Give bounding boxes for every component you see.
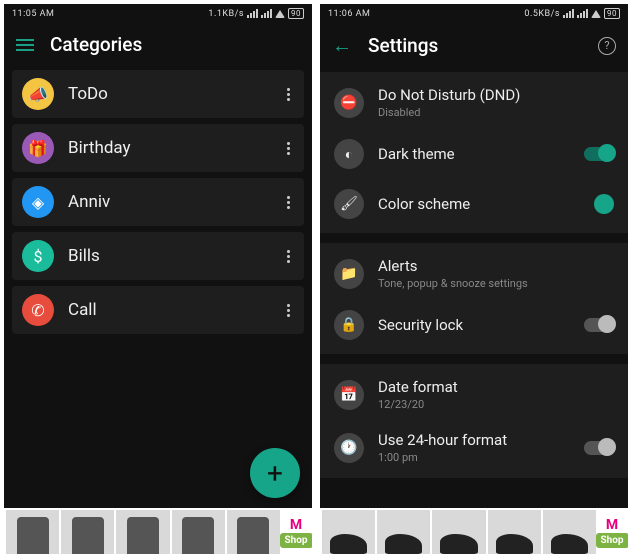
status-bar: 11:06 AM 0.5KB/s 90 bbox=[320, 4, 628, 23]
setting-subtitle: 12/23/20 bbox=[378, 398, 614, 411]
ad-thumb[interactable] bbox=[322, 510, 375, 554]
settings-list[interactable]: ⛔ Do Not Disturb (DND) Disabled ◐ Dark t… bbox=[320, 72, 628, 556]
category-todo[interactable]: 📣 ToDo bbox=[12, 70, 304, 118]
settings-screen: 11:06 AM 0.5KB/s 90 ← Settings ? ⛔ Do No… bbox=[320, 4, 628, 556]
setting-security-lock[interactable]: 🔒 Security lock bbox=[320, 300, 628, 350]
ad-thumb[interactable] bbox=[116, 510, 169, 554]
app-header: Categories bbox=[4, 23, 312, 70]
settings-group: ⛔ Do Not Disturb (DND) Disabled ◐ Dark t… bbox=[320, 72, 628, 233]
setting-title: Dark theme bbox=[378, 145, 570, 163]
category-label: Birthday bbox=[68, 138, 283, 158]
lock-icon: 🔒 bbox=[334, 310, 364, 340]
calendar-icon: 📅 bbox=[334, 380, 364, 410]
setting-dark-theme[interactable]: ◐ Dark theme bbox=[320, 129, 628, 179]
ad-thumb[interactable] bbox=[6, 510, 59, 554]
color-swatch[interactable] bbox=[594, 194, 614, 214]
brand-glyph: M bbox=[606, 517, 618, 533]
dollar-icon: $ bbox=[22, 240, 54, 272]
page-title: Categories bbox=[50, 33, 142, 56]
ad-thumb[interactable] bbox=[488, 510, 541, 554]
signal-icon bbox=[577, 9, 588, 18]
setting-alerts[interactable]: 📁 Alerts Tone, popup & snooze settings bbox=[320, 247, 628, 300]
brush-icon: 🖌 bbox=[334, 189, 364, 219]
back-arrow-icon[interactable]: ← bbox=[332, 33, 352, 58]
clock-icon: 🕐 bbox=[334, 433, 364, 463]
ad-thumb[interactable] bbox=[61, 510, 114, 554]
more-icon[interactable] bbox=[283, 138, 294, 159]
ad-thumb[interactable] bbox=[543, 510, 596, 554]
shop-button[interactable]: Shop bbox=[280, 533, 313, 548]
megaphone-icon: 📣 bbox=[22, 78, 54, 110]
ad-thumb[interactable] bbox=[172, 510, 225, 554]
plus-icon: + bbox=[267, 457, 283, 490]
category-birthday[interactable]: 🎁 Birthday bbox=[12, 124, 304, 172]
dark-theme-toggle[interactable] bbox=[584, 147, 614, 161]
add-category-fab[interactable]: + bbox=[250, 448, 300, 498]
more-icon[interactable] bbox=[283, 246, 294, 267]
category-label: Anniv bbox=[68, 192, 283, 212]
settings-group: 📁 Alerts Tone, popup & snooze settings 🔒… bbox=[320, 243, 628, 354]
signal-icon bbox=[261, 9, 272, 18]
dnd-icon: ⛔ bbox=[334, 88, 364, 118]
setting-title: Do Not Disturb (DND) bbox=[378, 86, 614, 104]
status-time: 11:05 AM bbox=[12, 9, 54, 19]
diamond-icon: ◈ bbox=[22, 186, 54, 218]
setting-title: Date format bbox=[378, 378, 614, 396]
setting-dnd[interactable]: ⛔ Do Not Disturb (DND) Disabled bbox=[320, 76, 628, 129]
setting-title: Color scheme bbox=[378, 195, 580, 213]
security-lock-toggle[interactable] bbox=[584, 318, 614, 332]
24h-toggle[interactable] bbox=[584, 441, 614, 455]
setting-subtitle: Disabled bbox=[378, 106, 614, 119]
ad-brand[interactable]: M Shop bbox=[598, 510, 626, 554]
category-label: Bills bbox=[68, 246, 283, 266]
status-time: 11:06 AM bbox=[328, 9, 370, 19]
more-icon[interactable] bbox=[283, 84, 294, 105]
ad-thumb[interactable] bbox=[377, 510, 430, 554]
hamburger-menu-icon[interactable] bbox=[16, 39, 34, 51]
setting-subtitle: 1:00 pm bbox=[378, 451, 570, 464]
setting-title: Use 24-hour format bbox=[378, 431, 570, 449]
app-header: ← Settings ? bbox=[320, 23, 628, 72]
setting-title: Alerts bbox=[378, 257, 614, 275]
signal-icon bbox=[563, 9, 574, 18]
wifi-icon bbox=[275, 10, 285, 18]
category-label: Call bbox=[68, 300, 283, 320]
battery-icon: 90 bbox=[604, 8, 620, 19]
wifi-icon bbox=[591, 10, 601, 18]
category-label: ToDo bbox=[68, 84, 283, 104]
category-call[interactable]: ✆ Call bbox=[12, 286, 304, 334]
ad-banner[interactable]: M Shop bbox=[4, 508, 312, 556]
ad-banner[interactable]: M Shop bbox=[320, 508, 628, 556]
more-icon[interactable] bbox=[283, 192, 294, 213]
setting-color-scheme[interactable]: 🖌 Color scheme bbox=[320, 179, 628, 229]
settings-group: 📅 Date format 12/23/20 🕐 Use 24-hour for… bbox=[320, 364, 628, 478]
folder-icon: 📁 bbox=[334, 259, 364, 289]
gift-icon: 🎁 bbox=[22, 132, 54, 164]
more-icon[interactable] bbox=[283, 300, 294, 321]
ad-brand[interactable]: M Shop bbox=[282, 510, 310, 554]
theme-icon: ◐ bbox=[334, 139, 364, 169]
ad-thumb[interactable] bbox=[432, 510, 485, 554]
help-icon[interactable]: ? bbox=[598, 37, 616, 55]
status-net: 0.5KB/s bbox=[524, 9, 560, 19]
page-title: Settings bbox=[368, 34, 438, 57]
signal-icon bbox=[247, 9, 258, 18]
brand-glyph: M bbox=[290, 517, 302, 533]
shop-button[interactable]: Shop bbox=[596, 533, 629, 548]
battery-icon: 90 bbox=[288, 8, 304, 19]
category-bills[interactable]: $ Bills bbox=[12, 232, 304, 280]
setting-24h-format[interactable]: 🕐 Use 24-hour format 1:00 pm bbox=[320, 421, 628, 474]
category-anniv[interactable]: ◈ Anniv bbox=[12, 178, 304, 226]
ad-thumb[interactable] bbox=[227, 510, 280, 554]
phone-icon: ✆ bbox=[22, 294, 54, 326]
status-bar: 11:05 AM 1.1KB/s 90 bbox=[4, 4, 312, 23]
categories-screen: 11:05 AM 1.1KB/s 90 Categories 📣 ToDo 🎁 … bbox=[4, 4, 312, 556]
setting-title: Security lock bbox=[378, 316, 570, 334]
status-net: 1.1KB/s bbox=[208, 9, 244, 19]
setting-date-format[interactable]: 📅 Date format 12/23/20 bbox=[320, 368, 628, 421]
setting-subtitle: Tone, popup & snooze settings bbox=[378, 277, 614, 290]
